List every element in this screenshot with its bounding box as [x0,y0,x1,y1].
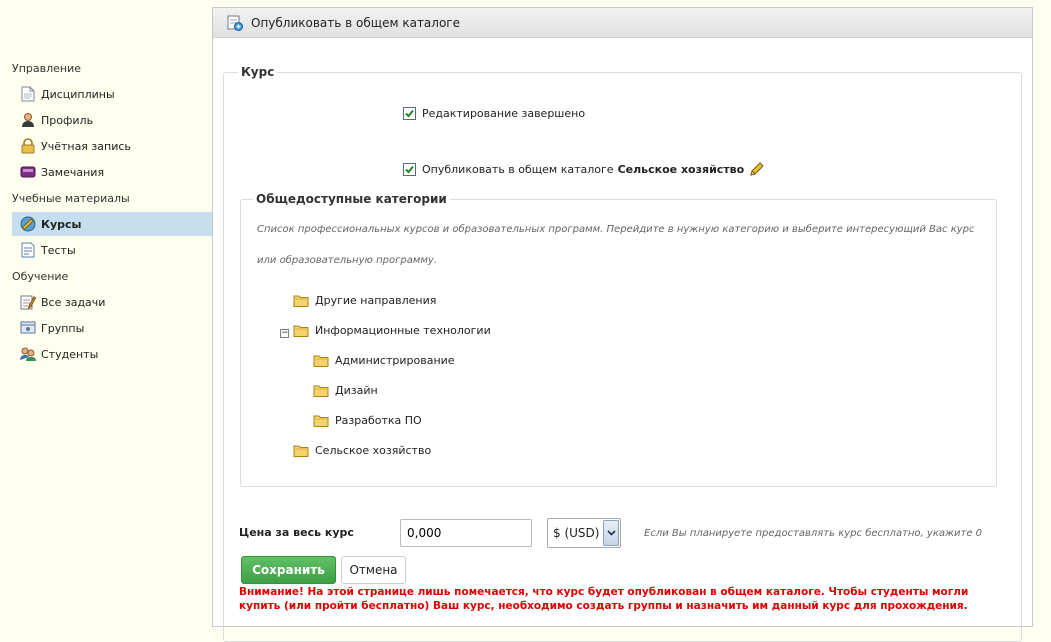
course-legend: Курс [238,65,278,79]
tree-item-admin[interactable]: Администрирование [313,354,455,367]
publish-row: Опубликовать в общем каталоге Сельское х… [403,161,765,177]
comments-icon [20,164,36,180]
students-icon [20,346,36,362]
course-fieldset: Курс Редактирование завершено Опубликова… [223,65,1022,642]
folder-icon [293,445,309,457]
sidebar-section-materials: Учебные материалы [12,192,130,205]
sidebar-item-account[interactable]: Учётная запись [12,134,212,158]
collapse-toggle[interactable]: − [280,329,289,338]
document-icon [20,86,36,102]
chevron-down-icon[interactable] [603,520,619,546]
lock-icon [20,138,36,154]
page-title: Опубликовать в общем каталоге [251,15,460,30]
sidebar-item-label: Тесты [41,243,76,257]
publish-icon [227,15,243,31]
tree-item-label: Администрирование [335,354,455,367]
publish-checkbox[interactable] [403,162,416,176]
save-button[interactable]: Сохранить [241,556,336,584]
tree-item-label: Информационные технологии [315,324,491,337]
folder-icon [313,355,329,367]
currency-select[interactable]: $ (USD) [547,518,621,548]
sidebar-section-management: Управление [12,62,82,75]
groups-icon [20,320,36,336]
tree-item-it[interactable]: Информационные технологии [293,324,491,337]
sidebar-item-label: Замечания [41,165,105,179]
tree-item-agriculture[interactable]: Сельское хозяйство [293,444,431,457]
folder-open-icon [293,325,309,337]
tasks-icon [20,294,36,310]
price-label: Цена за весь курс [239,526,354,539]
main-panel: Опубликовать в общем каталоге Курс Редак… [212,7,1033,642]
cancel-button[interactable]: Отмена [341,556,406,584]
sidebar-item-students[interactable]: Студенты [12,342,212,366]
tree-item-label: Дизайн [335,384,378,397]
sidebar-item-label: Дисциплины [41,87,115,101]
sidebar-section-learning: Обучение [12,270,69,283]
sidebar-item-label: Все задачи [41,295,106,309]
course-icon [20,216,36,232]
price-hint: Если Вы планируете предоставлять курс бе… [644,528,983,539]
test-icon [20,242,36,258]
tree-item-design[interactable]: Дизайн [313,384,378,397]
sidebar-item-label: Профиль [41,113,94,127]
sidebar-item-remarks[interactable]: Замечания [12,160,212,184]
sidebar-item-courses[interactable]: Курсы [12,212,212,236]
pencil-icon[interactable] [749,161,765,177]
edit-done-checkbox[interactable] [403,107,416,120]
categories-legend: Общедоступные категории [253,192,450,206]
sidebar-item-label: Учётная запись [41,139,131,153]
sidebar-item-label: Курсы [41,217,82,231]
currency-value: $ (USD) [553,526,600,540]
sidebar-item-all-tasks[interactable]: Все задачи [12,290,212,314]
sidebar-item-groups[interactable]: Группы [12,316,212,340]
price-input[interactable] [400,519,532,547]
tree-item-other[interactable]: Другие направления [293,294,436,307]
edit-done-label: Редактирование завершено [422,107,586,120]
tree-item-software[interactable]: Разработка ПО [313,414,422,427]
publish-category: Сельское хозяйство [617,162,745,176]
tree-item-label: Разработка ПО [335,414,422,427]
tree-item-label: Другие направления [315,294,437,307]
warning-message: Внимание! На этой странице лишь помечает… [239,586,969,612]
folder-icon [313,415,329,427]
sidebar: Управление Дисциплины Профиль Учётная за… [0,0,212,623]
categories-fieldset: Общедоступные категории Список профессио… [240,192,997,487]
sidebar-item-disciplines[interactable]: Дисциплины [12,82,212,106]
folder-icon [313,385,329,397]
sidebar-item-label: Студенты [41,347,99,361]
categories-description: Список профессиональных курсов и образов… [257,224,975,235]
tree-item-label: Сельское хозяйство [315,444,432,457]
edit-done-row: Редактирование завершено [403,107,585,120]
categories-description-2: или образовательную программу. [257,255,438,266]
sidebar-item-label: Группы [41,321,85,335]
panel-header: Опубликовать в общем каталоге [213,8,1032,38]
sidebar-item-profile[interactable]: Профиль [12,108,212,132]
user-icon [20,112,36,128]
sidebar-item-tests[interactable]: Тесты [12,238,212,262]
folder-icon [293,295,309,307]
publish-label: Опубликовать в общем каталоге [422,162,614,176]
